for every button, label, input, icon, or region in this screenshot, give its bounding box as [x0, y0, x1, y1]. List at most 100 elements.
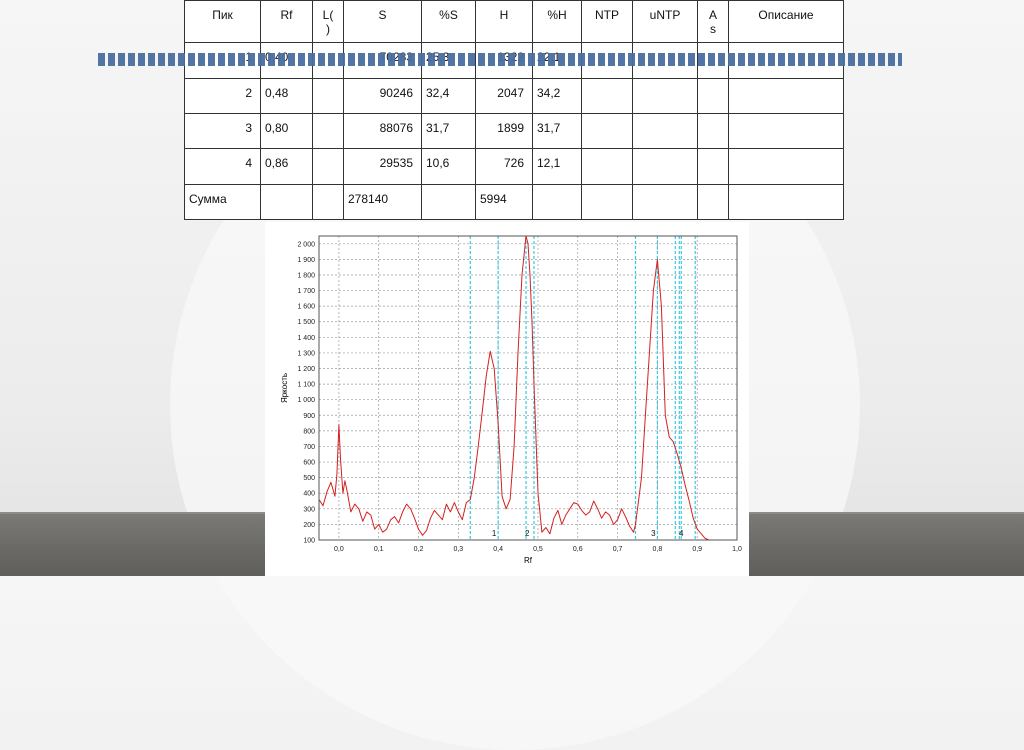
header-percent-h: %H — [532, 0, 582, 44]
table-header-row: Пик Rf L( ) S %S H %H NTP uNTP A s Описа… — [184, 0, 844, 44]
cell-h: 1899 — [475, 112, 533, 150]
cell-untp — [632, 148, 698, 185]
cell-peak: 2 — [184, 77, 261, 115]
y-tick-label: 600 — [303, 460, 315, 467]
sum-empty-cell — [260, 183, 313, 221]
peak-number-label: 4 — [679, 529, 684, 538]
y-axis-label: Яркость — [280, 373, 289, 403]
peak-label-layer: 1 2 3 4 — [492, 529, 684, 538]
grid-layer — [319, 236, 738, 541]
table-row: 3 0,80 88076 31,7 1899 31,7 — [184, 112, 844, 150]
cell-rf: 0,48 — [260, 77, 313, 115]
y-tick-label: 200 — [303, 522, 315, 529]
header-peak: Пик — [184, 0, 261, 44]
chromatogram-chart: 1 2 3 4 0,0 0,1 0,2 0,3 0,4 0,5 0,6 0,7 0,8 0,9 1,0 10… — [280, 235, 742, 565]
cell-l — [312, 112, 344, 150]
y-tick-label: 1 400 — [297, 335, 315, 342]
sum-empty-cell — [421, 183, 476, 221]
x-tick-label: 0,1 — [374, 546, 384, 553]
header-l: L( ) — [312, 0, 344, 44]
header-ntp: NTP — [581, 0, 633, 44]
cell-description — [728, 77, 844, 115]
cell-as — [697, 148, 729, 185]
sum-empty-cell — [532, 183, 582, 221]
sum-label: Сумма — [184, 183, 261, 221]
cell-peak: 4 — [184, 148, 261, 185]
cell-s: 90246 — [343, 77, 422, 115]
header-rf: Rf — [260, 0, 313, 44]
x-tick-label: 0,6 — [573, 546, 583, 553]
cell-untp — [632, 77, 698, 115]
x-tick-label: 0,9 — [692, 546, 702, 553]
cell-s: 29535 — [343, 148, 422, 185]
cell-description — [728, 148, 844, 185]
header-h: H — [475, 0, 533, 44]
y-tick-label: 500 — [303, 475, 315, 482]
x-tick-label: 0,5 — [533, 546, 543, 553]
sum-empty-cell — [697, 183, 729, 221]
densitogram-trace — [318, 235, 737, 541]
y-tick-label: 1 700 — [297, 288, 315, 295]
x-axis-label: Rf — [524, 556, 533, 565]
decorative-stripe — [98, 53, 902, 66]
y-tick-label: 1 100 — [297, 382, 315, 389]
table-row: 4 0,86 29535 10,6 726 12,1 — [184, 148, 844, 185]
header-as: A s — [697, 0, 729, 44]
sum-s: 278140 — [343, 183, 422, 221]
cell-h: 726 — [475, 148, 533, 185]
peaks-table: Пик Rf L( ) S %S H %H NTP uNTP A s Описа… — [184, 0, 844, 221]
cell-h: 2047 — [475, 77, 533, 115]
cell-description — [728, 112, 844, 150]
cell-percent-h: 34,2 — [532, 77, 582, 115]
peak-number-label: 3 — [651, 529, 656, 538]
cell-percent-h: 31,7 — [532, 112, 582, 150]
cell-l — [312, 148, 344, 185]
y-tick-label: 400 — [303, 491, 315, 498]
x-tick-label: 0,8 — [653, 546, 663, 553]
header-percent-s: %S — [421, 0, 476, 44]
header-untp: uNTP — [632, 0, 698, 44]
cell-rf: 0,80 — [260, 112, 313, 150]
header-s: S — [343, 0, 422, 44]
cell-l — [312, 77, 344, 115]
header-description: Описание — [728, 0, 844, 44]
peak-number-label: 1 — [492, 529, 497, 538]
x-tick-label: 0,2 — [414, 546, 424, 553]
y-tick-label: 1 600 — [297, 304, 315, 311]
cell-rf: 0,86 — [260, 148, 313, 185]
x-tick-label: 0,3 — [453, 546, 463, 553]
marker-layer — [469, 236, 696, 540]
sum-empty-cell — [632, 183, 698, 221]
y-tick-label: 1 300 — [297, 350, 315, 357]
table-row: 2 0,48 90246 32,4 2047 34,2 — [184, 77, 844, 115]
cell-s: 88076 — [343, 112, 422, 150]
cell-as — [697, 112, 729, 150]
y-tick-label: 2 000 — [297, 241, 315, 248]
cell-peak: 3 — [184, 112, 261, 150]
trace-layer — [318, 235, 737, 541]
x-tick-label: 1,0 — [732, 546, 742, 553]
cell-untp — [632, 112, 698, 150]
y-tick-label: 1 000 — [297, 397, 315, 404]
cell-percent-s: 32,4 — [421, 77, 476, 115]
cell-percent-h: 12,1 — [532, 148, 582, 185]
cell-as — [697, 77, 729, 115]
cell-ntp — [581, 148, 633, 185]
y-tick-label: 700 — [303, 444, 315, 451]
sum-h: 5994 — [475, 183, 533, 221]
x-tick-label: 0,4 — [493, 546, 503, 553]
cell-percent-s: 10,6 — [421, 148, 476, 185]
plot-frame — [318, 235, 738, 541]
cell-percent-s: 31,7 — [421, 112, 476, 150]
y-tick-label: 900 — [303, 413, 315, 420]
y-tick-label: 1 500 — [297, 319, 315, 326]
y-tick-label: 1 200 — [297, 366, 315, 373]
sum-empty-cell — [728, 183, 844, 221]
y-tick-label: 1 800 — [297, 272, 315, 279]
y-tick-label: 100 — [303, 538, 315, 545]
y-tick-label: 300 — [303, 506, 315, 513]
y-tick-label: 1 900 — [297, 257, 315, 264]
sum-empty-cell — [312, 183, 344, 221]
cell-ntp — [581, 77, 633, 115]
x-tick-label: 0,0 — [334, 546, 344, 553]
